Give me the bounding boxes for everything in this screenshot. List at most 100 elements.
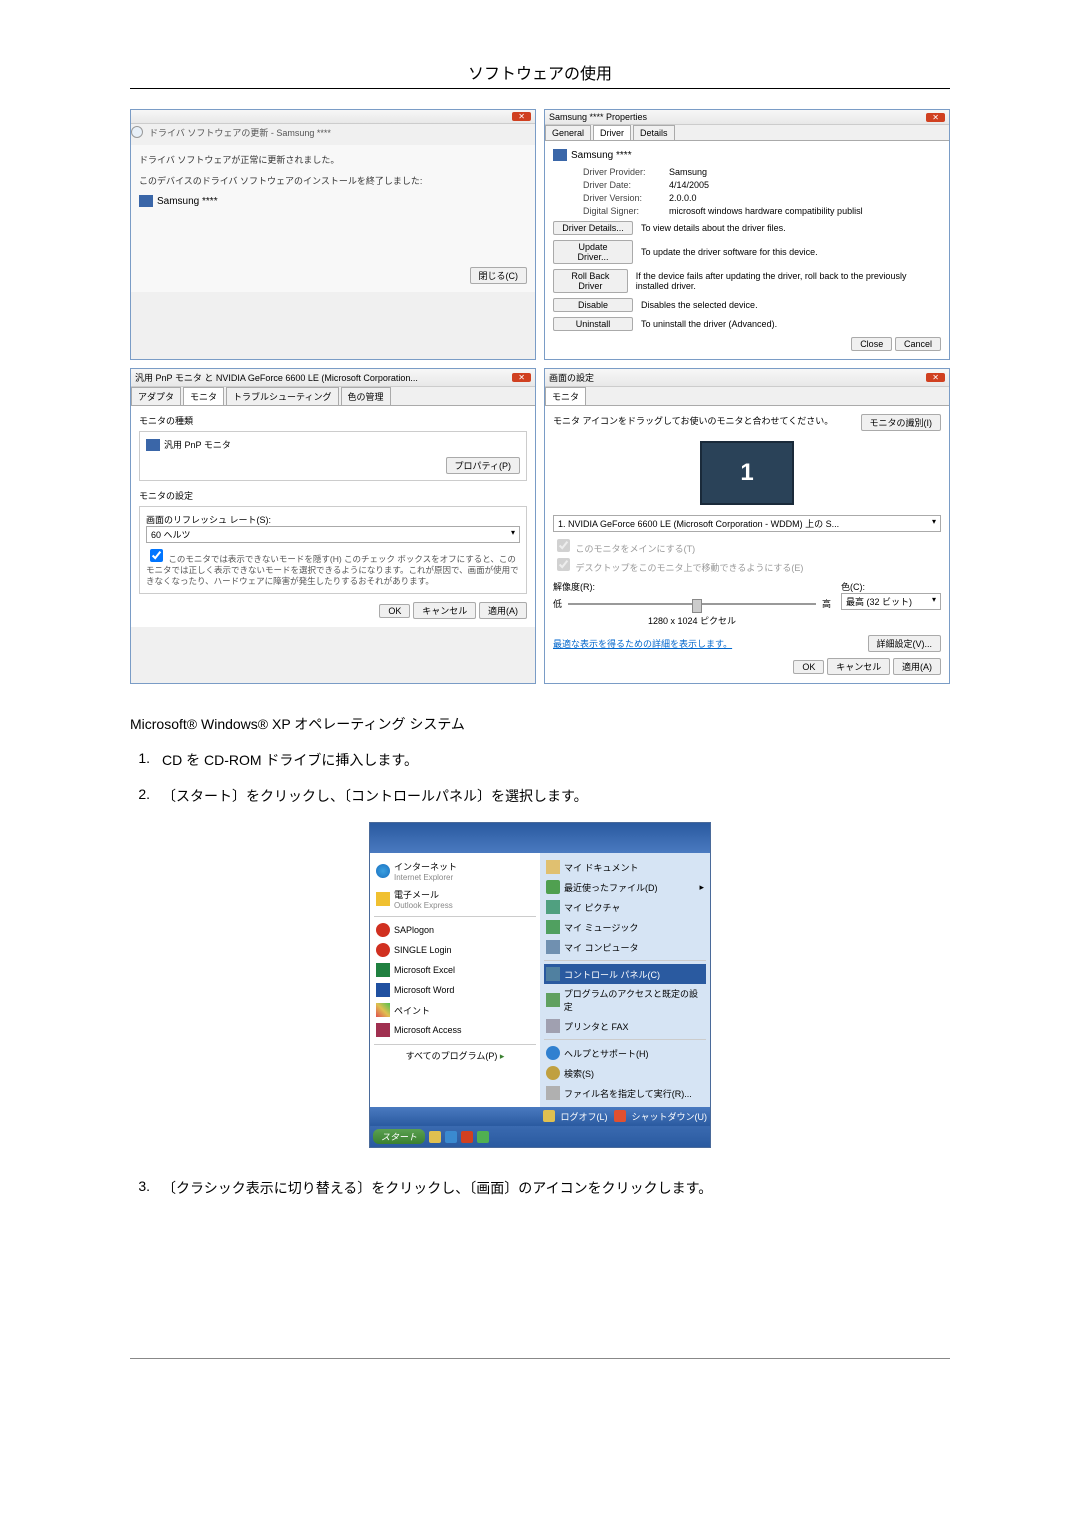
refresh-value: 60 ヘルツ — [151, 528, 191, 541]
menu-recent[interactable]: 最近使ったファイル(D)▸ — [544, 877, 706, 897]
cancel-button[interactable]: キャンセル — [413, 602, 476, 619]
monitor-name: 汎用 PnP モニタ — [164, 438, 231, 451]
menu-search[interactable]: 検索(S) — [544, 1063, 706, 1083]
menu-label: SAPlogon — [394, 925, 434, 935]
logoff-button[interactable]: ログオフ(L) — [561, 1110, 608, 1123]
menu-my-pictures[interactable]: マイ ピクチャ — [544, 897, 706, 917]
menu-paint[interactable]: ペイント — [374, 1000, 536, 1020]
shutdown-button[interactable]: シャットダウン(U) — [632, 1110, 708, 1123]
color-select[interactable]: 最高 (32 ビット) ▾ — [841, 593, 941, 610]
slider-low: 低 — [553, 597, 562, 610]
menu-control-panel[interactable]: コントロール パネル(C) — [544, 964, 706, 984]
resolution-slider[interactable] — [568, 603, 816, 605]
close-icon[interactable]: ✕ — [926, 113, 945, 122]
apply-button[interactable]: 適用(A) — [479, 602, 527, 619]
menu-label: インターネット — [394, 860, 457, 873]
device-name: Samsung **** — [571, 150, 632, 161]
taskbar-icon[interactable] — [461, 1131, 473, 1143]
close-button[interactable]: 閉じる(C) — [470, 267, 528, 284]
menu-run[interactable]: ファイル名を指定して実行(R)... — [544, 1083, 706, 1103]
word-icon — [376, 983, 390, 997]
refresh-select[interactable]: 60 ヘルツ ▾ — [146, 526, 520, 543]
identify-button[interactable]: モニタの識別(I) — [861, 414, 942, 431]
menu-my-documents[interactable]: マイ ドキュメント — [544, 857, 706, 877]
ok-button[interactable]: OK — [793, 660, 824, 674]
taskbar-icon[interactable] — [429, 1131, 441, 1143]
close-icon[interactable]: ✕ — [926, 373, 945, 382]
resolution-value: 1280 x 1024 ピクセル — [553, 614, 831, 627]
menu-label: マイ ミュージック — [564, 921, 638, 934]
menu-single-login[interactable]: SINGLE Login — [374, 940, 536, 960]
menu-access[interactable]: Microsoft Access — [374, 1020, 536, 1040]
computer-icon — [546, 940, 560, 954]
tab-troubleshoot[interactable]: トラブルシューティング — [226, 387, 338, 405]
optimal-display-link[interactable]: 最適な表示を得るための詳細を表示します。 — [553, 637, 732, 650]
close-icon[interactable]: ✕ — [512, 112, 531, 121]
refresh-label: 画面のリフレッシュ レート(S): — [146, 513, 520, 526]
start-button[interactable]: スタート — [373, 1129, 425, 1144]
menu-word[interactable]: Microsoft Word — [374, 980, 536, 1000]
cancel-button[interactable]: Cancel — [895, 337, 941, 351]
slider-high: 高 — [822, 597, 831, 610]
menu-saplogon[interactable]: SAPlogon — [374, 920, 536, 940]
device-name: Samsung **** — [157, 196, 218, 207]
access-icon — [376, 1023, 390, 1037]
properties-button[interactable]: プロパティ(P) — [446, 457, 520, 474]
menu-label: プログラムのアクセスと既定の設定 — [564, 987, 704, 1013]
close-icon[interactable]: ✕ — [512, 373, 531, 382]
ok-button[interactable]: OK — [379, 604, 410, 618]
desc-text: To update the driver software for this d… — [641, 247, 818, 257]
disable-button[interactable]: Disable — [553, 298, 633, 312]
screenshot-grid: ✕ ドライバ ソフトウェアの更新 - Samsung **** ドライバ ソフト… — [130, 109, 950, 684]
monitor-prop-title: 汎用 PnP モニタ と NVIDIA GeForce 6600 LE (Mic… — [135, 371, 418, 384]
color-value: 最高 (32 ビット) — [846, 595, 912, 608]
display-settings-window: 画面の設定 ✕ モニタ モニタの識別(I) モニタ アイコンをドラッグしてお使い… — [544, 368, 950, 684]
rollback-driver-button[interactable]: Roll Back Driver — [553, 269, 628, 293]
menu-email[interactable]: 電子メールOutlook Express — [374, 885, 536, 913]
menu-label: ペイント — [394, 1004, 430, 1017]
menu-my-computer[interactable]: マイ コンピュータ — [544, 937, 706, 957]
ie-icon — [376, 864, 390, 878]
menu-label: SINGLE Login — [394, 945, 452, 955]
taskbar-icon[interactable] — [477, 1131, 489, 1143]
chevron-down-icon: ▾ — [511, 528, 515, 541]
menu-label: ヘルプとサポート(H) — [564, 1047, 649, 1060]
prop-value: 2.0.0.0 — [669, 193, 697, 203]
menu-my-music[interactable]: マイ ミュージック — [544, 917, 706, 937]
menu-help[interactable]: ヘルプとサポート(H) — [544, 1043, 706, 1063]
cancel-button[interactable]: キャンセル — [827, 658, 890, 675]
shutdown-icon — [614, 1110, 626, 1122]
group-title: モニタの種類 — [139, 414, 527, 427]
tab-adapter[interactable]: アダプタ — [131, 387, 181, 405]
close-button[interactable]: Close — [851, 337, 892, 351]
music-icon — [546, 920, 560, 934]
tab-general[interactable]: General — [545, 125, 591, 140]
monitor-preview[interactable]: 1 — [700, 441, 794, 505]
tab-driver[interactable]: Driver — [593, 125, 631, 140]
tab-color[interactable]: 色の管理 — [341, 387, 391, 405]
menu-program-access[interactable]: プログラムのアクセスと既定の設定 — [544, 984, 706, 1016]
main-monitor-checkbox — [557, 539, 570, 552]
step-text: 〔クラシック表示に切り替える〕をクリックし、〔画面〕のアイコンをクリックします。 — [162, 1178, 712, 1198]
tab-monitor[interactable]: モニタ — [183, 387, 224, 405]
update-driver-button[interactable]: Update Driver... — [553, 240, 633, 264]
body-text: Microsoft® Windows® XP オペレーティング システム — [130, 714, 950, 734]
chevron-down-icon: ▾ — [932, 517, 936, 530]
uninstall-button[interactable]: Uninstall — [553, 317, 633, 331]
apply-button[interactable]: 適用(A) — [893, 658, 941, 675]
advanced-button[interactable]: 詳細設定(V)... — [868, 635, 942, 652]
menu-label: マイ ピクチャ — [564, 901, 620, 914]
group-title: モニタの設定 — [139, 489, 527, 502]
tab-monitor[interactable]: モニタ — [545, 387, 586, 405]
menu-printers[interactable]: プリンタと FAX — [544, 1016, 706, 1036]
checkbox-text: このモニタでは表示できないモードを隠す(H) このチェック ボックスをオフにする… — [146, 554, 519, 586]
prop-value: Samsung — [669, 167, 707, 177]
driver-details-button[interactable]: Driver Details... — [553, 221, 633, 235]
menu-excel[interactable]: Microsoft Excel — [374, 960, 536, 980]
display-select[interactable]: 1. NVIDIA GeForce 6600 LE (Microsoft Cor… — [553, 515, 941, 532]
taskbar-icon[interactable] — [445, 1131, 457, 1143]
menu-all-programs[interactable]: すべてのプログラム(P) ▸ — [374, 1044, 536, 1066]
hide-modes-checkbox[interactable] — [150, 549, 163, 562]
menu-internet[interactable]: インターネットInternet Explorer — [374, 857, 536, 885]
tab-details[interactable]: Details — [633, 125, 675, 140]
